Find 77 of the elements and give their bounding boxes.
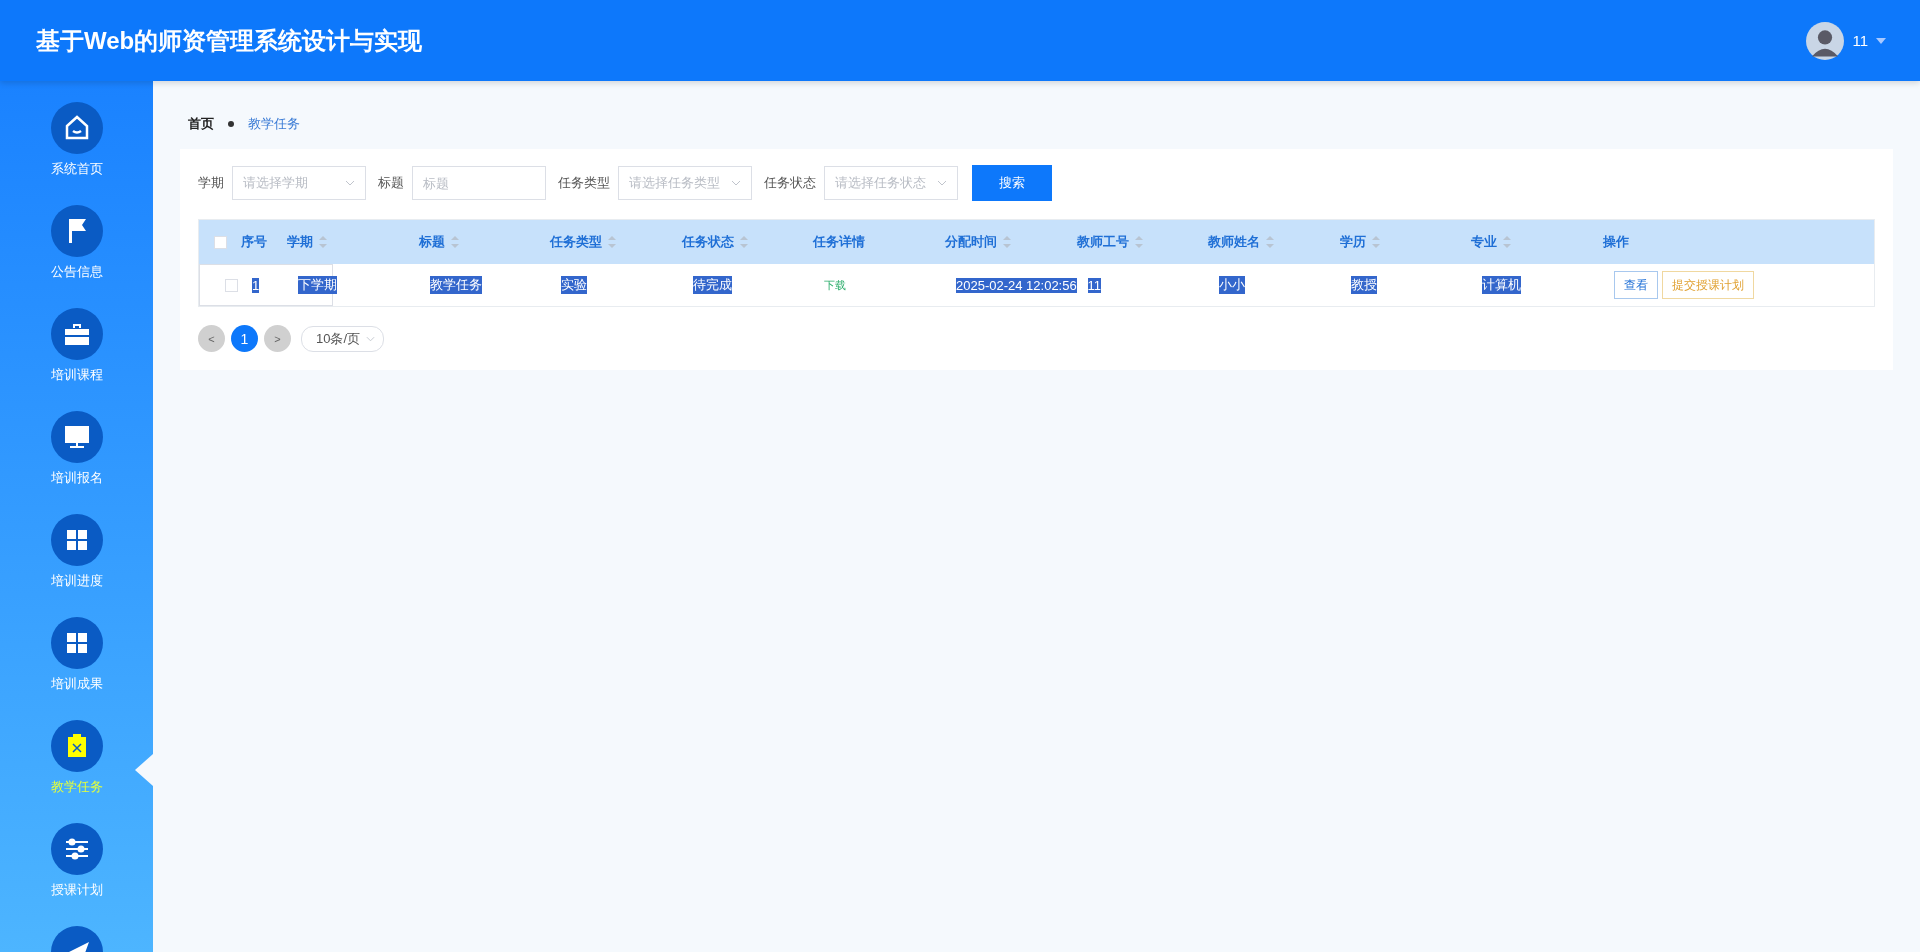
- caret-icon[interactable]: [1876, 37, 1886, 44]
- sort-icon[interactable]: [608, 236, 617, 248]
- avatar-icon[interactable]: [1806, 21, 1845, 60]
- sort-icon[interactable]: [739, 236, 748, 248]
- chevron-icon[interactable]: [366, 335, 376, 342]
- sidebar-item[interactable]: 培训报名: [0, 411, 153, 514]
- submit-plan-button[interactable]: 提交授课计划: [1661, 271, 1754, 299]
- filter-label: 任务类型: [558, 174, 610, 192]
- clipboard-icon: [50, 720, 103, 772]
- sliders-icon: [50, 823, 103, 875]
- sidebar-item[interactable]: 系统首页: [0, 102, 153, 205]
- breadcrumb-separator: [228, 121, 234, 127]
- sort-icon[interactable]: [450, 236, 459, 248]
- table-cell: 实验: [561, 276, 588, 294]
- filter-label: 标题: [378, 174, 404, 192]
- select-field[interactable]: 请选择学期: [232, 166, 366, 200]
- table-cell: 1: [252, 277, 260, 293]
- download-link[interactable]: 下载: [824, 277, 847, 293]
- next-page-button[interactable]: >: [264, 325, 291, 352]
- sort-icon[interactable]: [1266, 236, 1275, 248]
- active-pointer: [135, 754, 153, 786]
- app-title: 基于Web的师资管理系统设计与实现: [36, 25, 423, 56]
- sort-icon[interactable]: [1503, 236, 1512, 248]
- sidebar-item[interactable]: 教学任务: [0, 720, 153, 823]
- column-header[interactable]: 序号: [241, 233, 267, 251]
- monitor-icon: [50, 411, 103, 463]
- column-header[interactable]: 任务详情: [813, 233, 866, 251]
- breadcrumb-current: 教学任务: [248, 115, 300, 133]
- sidebar-item[interactable]: 培训课程: [0, 308, 153, 411]
- table-cell: 待完成: [692, 276, 732, 294]
- filter-label: 任务状态: [764, 174, 816, 192]
- briefcase-icon: [50, 308, 103, 360]
- column-header[interactable]: 教师工号: [1076, 233, 1143, 251]
- column-header[interactable]: 标题: [418, 233, 459, 251]
- table-cell: 11: [1087, 277, 1102, 293]
- row-checkbox[interactable]: [224, 278, 238, 292]
- column-header[interactable]: 学期: [287, 233, 327, 251]
- sort-icon[interactable]: [1002, 236, 1011, 248]
- column-header[interactable]: 分配时间: [944, 233, 1011, 251]
- select-field[interactable]: 请选择任务状态: [824, 166, 958, 200]
- select-all-checkbox[interactable]: [213, 235, 227, 249]
- column-header[interactable]: 操作: [1602, 233, 1629, 251]
- column-header[interactable]: 专业: [1471, 233, 1512, 251]
- sidebar-item[interactable]: 培训进度: [0, 514, 153, 617]
- table-cell: 2025-02-24 12:02:56: [955, 277, 1077, 293]
- table-cell: 计算机: [1482, 276, 1522, 294]
- column-header[interactable]: 教师姓名: [1208, 233, 1275, 251]
- grid-icon: [50, 514, 103, 566]
- sidebar-item[interactable]: 公告信息: [0, 205, 153, 308]
- grid-icon: [50, 617, 103, 669]
- sort-icon[interactable]: [1371, 236, 1380, 248]
- sidebar-item[interactable]: 授课计划: [0, 823, 153, 926]
- select-field[interactable]: 请选择任务类型: [618, 166, 752, 200]
- table-cell: 下学期: [298, 276, 337, 294]
- column-header[interactable]: 任务状态: [681, 233, 748, 251]
- table-cell: 教学任务: [429, 276, 482, 294]
- home-icon: [50, 102, 103, 154]
- page-size-select[interactable]: 10条/页: [301, 325, 385, 352]
- sort-icon[interactable]: [1134, 236, 1143, 248]
- chevron-icon[interactable]: [937, 180, 947, 186]
- table-cell: 小小: [1219, 276, 1246, 294]
- flag-icon: [50, 205, 103, 257]
- table-cell: 教授: [1350, 276, 1377, 294]
- column-header[interactable]: 学历: [1339, 233, 1380, 251]
- user-name[interactable]: 11: [1852, 32, 1868, 49]
- chevron-icon[interactable]: [345, 180, 355, 186]
- search-button[interactable]: 搜索: [972, 165, 1052, 201]
- view-button[interactable]: 查看: [1613, 271, 1658, 299]
- filter-label: 学期: [198, 174, 224, 192]
- column-header[interactable]: 任务类型: [550, 233, 617, 251]
- chevron-icon[interactable]: [731, 180, 741, 186]
- page-button[interactable]: 1: [231, 325, 258, 352]
- breadcrumb-link[interactable]: 首页: [188, 115, 214, 133]
- title-input[interactable]: 标题: [412, 166, 546, 200]
- prev-page-button[interactable]: <: [198, 325, 225, 352]
- sidebar-item[interactable]: 培训成果: [0, 617, 153, 720]
- sort-icon[interactable]: [319, 236, 327, 248]
